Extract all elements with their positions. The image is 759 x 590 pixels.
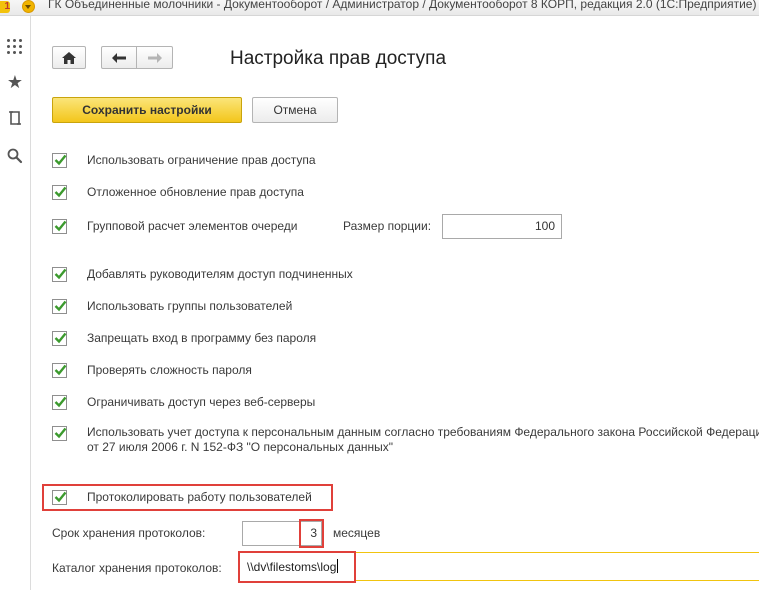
checkmark-icon [54,154,67,166]
setting-label: Использовать группы пользователей [87,299,293,313]
setting-label: Отложенное обновление прав доступа [87,185,304,199]
checkmark-icon [54,186,67,198]
setting-label: Протоколировать работу пользователей [87,490,312,504]
setting-label: Использовать учет доступа к персональным… [87,425,759,454]
checkmark-icon [54,491,67,503]
checkbox[interactable] [52,219,67,234]
checkbox[interactable] [52,490,67,505]
page-title: Настройка прав доступа [230,48,447,69]
arrow-right-icon [147,52,162,63]
app-logo-icon: 1 [0,1,10,13]
back-button[interactable] [101,46,137,69]
left-sidebar: ★ [0,16,31,590]
setting-label: Добавлять руководителям доступ подчиненн… [87,267,353,281]
favorites-star-icon[interactable]: ★ [6,73,24,91]
cancel-button[interactable]: Отмена [252,97,338,123]
apps-grid-icon[interactable] [6,38,24,56]
window-titlebar: 1 ГК Объединенные молочники - Документоо… [0,0,759,16]
checkbox[interactable] [52,153,67,168]
history-icon[interactable] [6,109,24,127]
checkmark-icon [54,332,67,344]
home-icon [62,51,76,64]
checkbox[interactable] [52,426,67,441]
checkmark-icon [54,220,67,232]
arrow-left-icon [112,52,126,63]
forward-button[interactable] [136,46,173,69]
portion-size-label: Размер порции: [343,219,432,233]
search-icon[interactable] [6,147,24,165]
setting-label: Групповой расчет элементов очереди [87,219,298,233]
save-settings-button[interactable]: Сохранить настройки [52,97,242,123]
field-focus-line [355,580,759,581]
checkbox[interactable] [52,185,67,200]
checkbox[interactable] [52,331,67,346]
portion-size-input[interactable]: 100 [442,214,562,239]
setting-label: Запрещать вход в программу без пароля [87,331,317,345]
checkmark-icon [54,300,67,312]
highlight-frame [299,519,324,548]
log-directory-label: Каталог хранения протоколов: [52,561,222,575]
highlight-frame [238,551,356,583]
home-button[interactable] [52,46,86,69]
setting-label: Ограничивать доступ через веб-серверы [87,395,316,409]
checkmark-icon [54,268,67,280]
checkmark-icon [54,396,67,408]
checkbox[interactable] [52,267,67,282]
checkbox[interactable] [52,299,67,314]
window-title: ГК Объединенные молочники - Документообо… [48,0,757,11]
retention-label: Срок хранения протоколов: [52,526,206,540]
checkbox[interactable] [52,363,67,378]
checkbox[interactable] [52,395,67,410]
setting-label: Использовать ограничение прав доступа [87,153,316,167]
setting-label: Проверять сложность пароля [87,363,252,377]
checkmark-icon [54,364,67,376]
main-menu-icon[interactable] [22,0,35,13]
retention-unit-label: месяцев [333,526,381,540]
field-focus-line [355,552,759,553]
checkmark-icon [54,427,67,439]
